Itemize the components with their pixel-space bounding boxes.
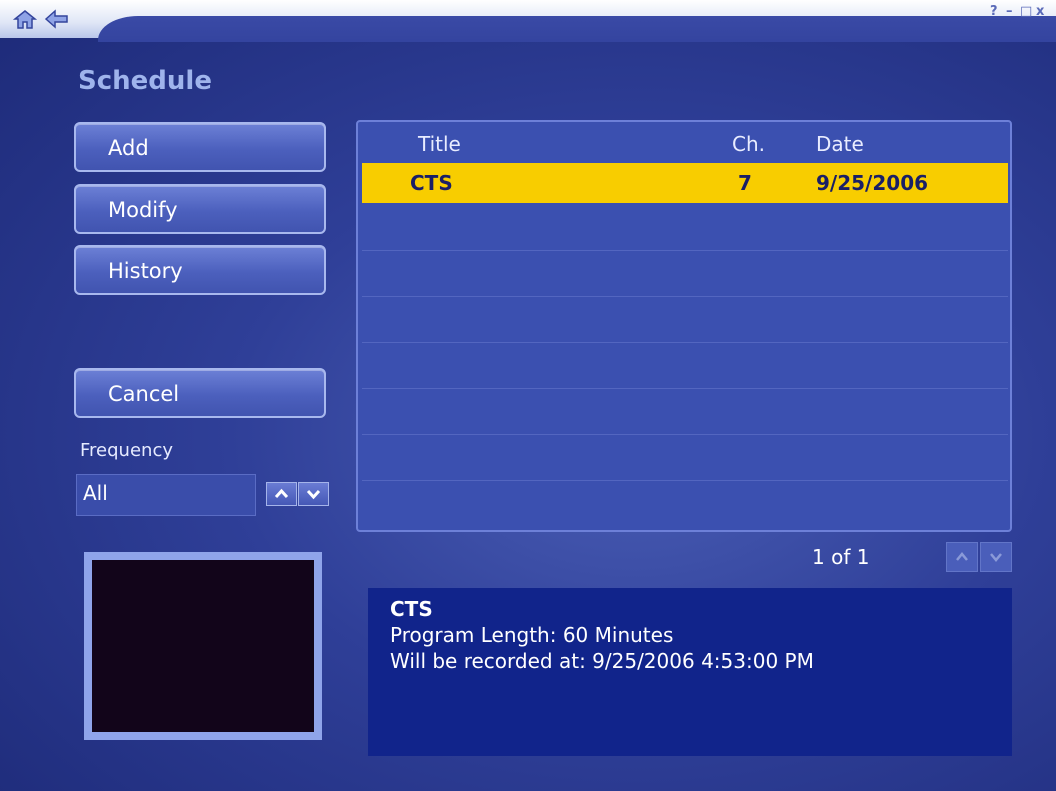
home-icon[interactable] — [12, 8, 38, 30]
title-bar-curve — [98, 16, 1056, 42]
program-details: CTS Program Length: 60 Minutes Will be r… — [368, 588, 1012, 756]
row-channel: 7 — [738, 171, 752, 195]
row-divider — [362, 480, 1008, 481]
page-title: Schedule — [78, 66, 212, 96]
table-row[interactable]: CTS 7 9/25/2006 — [362, 163, 1008, 203]
row-divider — [362, 250, 1008, 251]
back-arrow-icon[interactable] — [44, 8, 70, 30]
modify-button[interactable]: Modify — [74, 184, 326, 234]
details-title: CTS — [390, 597, 433, 621]
details-record-time: Will be recorded at: 9/25/2006 4:53:00 P… — [390, 649, 814, 673]
row-date: 9/25/2006 — [816, 171, 929, 195]
down-arrow-icon — [990, 553, 1002, 562]
add-button[interactable]: Add — [74, 122, 326, 172]
row-divider — [362, 296, 1008, 297]
column-header-title[interactable]: Title — [418, 132, 461, 156]
up-arrow-icon — [274, 488, 289, 499]
column-header-date[interactable]: Date — [816, 132, 864, 156]
row-divider — [362, 388, 1008, 389]
maximize-icon[interactable]: □ — [1020, 4, 1032, 19]
minimize-icon[interactable]: – — [1006, 4, 1013, 19]
video-preview — [84, 552, 322, 740]
close-icon[interactable]: x — [1036, 4, 1044, 19]
row-title: CTS — [410, 171, 453, 195]
frequency-down-button[interactable] — [298, 482, 329, 506]
page-down-button[interactable] — [980, 542, 1012, 572]
schedule-list: Title Ch. Date CTS 7 9/25/2006 — [356, 120, 1012, 532]
frequency-label: Frequency — [80, 440, 173, 461]
column-header-channel[interactable]: Ch. — [732, 132, 765, 156]
row-divider — [362, 434, 1008, 435]
down-arrow-icon — [306, 489, 321, 500]
history-button[interactable]: History — [74, 245, 326, 295]
frequency-value[interactable]: All — [76, 474, 256, 516]
cancel-button[interactable]: Cancel — [74, 368, 326, 418]
page-up-button[interactable] — [946, 542, 978, 572]
help-icon[interactable]: ? — [990, 4, 998, 19]
details-length: Program Length: 60 Minutes — [390, 623, 674, 647]
row-divider — [362, 342, 1008, 343]
up-arrow-icon — [956, 552, 968, 561]
page-indicator: 1 of 1 — [812, 545, 870, 569]
frequency-up-button[interactable] — [266, 482, 297, 506]
